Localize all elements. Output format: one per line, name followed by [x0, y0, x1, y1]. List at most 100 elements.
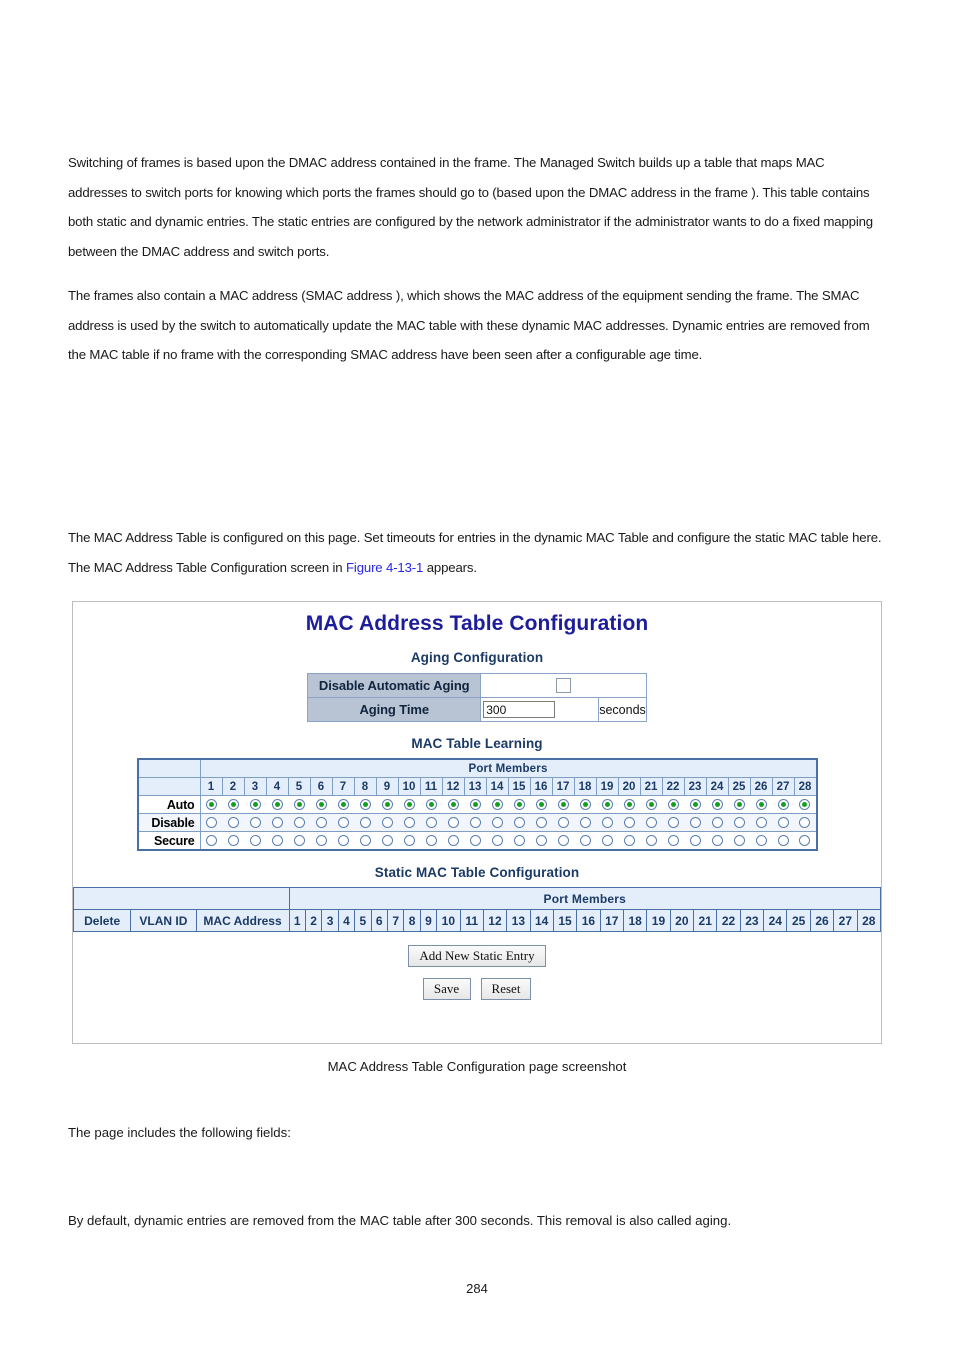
radio-disable-port-12[interactable]: [447, 816, 459, 828]
radio-disable-port-22[interactable]: [667, 816, 679, 828]
radio-secure-port-18[interactable]: [579, 834, 591, 846]
aging-time-input[interactable]: 300: [483, 701, 556, 718]
radio-disable-port-1[interactable]: [205, 816, 217, 828]
learning-cell-disable-port-16[interactable]: [530, 813, 552, 832]
add-new-static-entry-button[interactable]: Add New Static Entry: [408, 945, 546, 967]
radio-disable-port-13[interactable]: [469, 816, 481, 828]
learning-cell-auto-port-13[interactable]: [464, 795, 486, 814]
radio-disable-port-16[interactable]: [535, 816, 547, 828]
learning-cell-secure-port-6[interactable]: [310, 831, 332, 851]
learning-cell-auto-port-6[interactable]: [310, 795, 332, 814]
radio-auto-port-23[interactable]: [689, 798, 701, 810]
learning-cell-auto-port-8[interactable]: [354, 795, 376, 814]
learning-cell-auto-port-24[interactable]: [706, 795, 728, 814]
radio-auto-port-20[interactable]: [623, 798, 635, 810]
learning-cell-auto-port-3[interactable]: [244, 795, 266, 814]
radio-disable-port-28[interactable]: [799, 816, 811, 828]
radio-auto-port-25[interactable]: [733, 798, 745, 810]
radio-disable-port-6[interactable]: [315, 816, 327, 828]
learning-cell-disable-port-28[interactable]: [794, 813, 817, 832]
learning-cell-auto-port-17[interactable]: [552, 795, 574, 814]
learning-cell-auto-port-7[interactable]: [332, 795, 354, 814]
radio-secure-port-25[interactable]: [733, 834, 745, 846]
learning-cell-auto-port-23[interactable]: [684, 795, 706, 814]
learning-cell-secure-port-15[interactable]: [508, 831, 530, 851]
learning-cell-secure-port-5[interactable]: [288, 831, 310, 851]
learning-cell-auto-port-28[interactable]: [794, 795, 817, 814]
learning-cell-disable-port-2[interactable]: [222, 813, 244, 832]
radio-secure-port-24[interactable]: [711, 834, 723, 846]
radio-auto-port-22[interactable]: [667, 798, 679, 810]
radio-disable-port-15[interactable]: [513, 816, 525, 828]
radio-disable-port-5[interactable]: [293, 816, 305, 828]
radio-secure-port-10[interactable]: [403, 834, 415, 846]
radio-disable-port-14[interactable]: [491, 816, 503, 828]
radio-disable-port-7[interactable]: [337, 816, 349, 828]
radio-auto-port-24[interactable]: [711, 798, 723, 810]
learning-cell-disable-port-8[interactable]: [354, 813, 376, 832]
learning-cell-secure-port-4[interactable]: [266, 831, 288, 851]
radio-disable-port-10[interactable]: [403, 816, 415, 828]
learning-cell-disable-port-12[interactable]: [442, 813, 464, 832]
learning-cell-auto-port-14[interactable]: [486, 795, 508, 814]
learning-cell-secure-port-27[interactable]: [772, 831, 794, 851]
learning-cell-secure-port-21[interactable]: [640, 831, 662, 851]
radio-secure-port-23[interactable]: [689, 834, 701, 846]
radio-secure-port-1[interactable]: [205, 834, 217, 846]
radio-auto-port-9[interactable]: [381, 798, 393, 810]
radio-secure-port-12[interactable]: [447, 834, 459, 846]
learning-cell-disable-port-1[interactable]: [200, 813, 222, 832]
learning-cell-secure-port-18[interactable]: [574, 831, 596, 851]
learning-cell-secure-port-17[interactable]: [552, 831, 574, 851]
radio-disable-port-4[interactable]: [271, 816, 283, 828]
radio-auto-port-19[interactable]: [601, 798, 613, 810]
learning-cell-secure-port-2[interactable]: [222, 831, 244, 851]
learning-cell-auto-port-10[interactable]: [398, 795, 420, 814]
learning-cell-auto-port-15[interactable]: [508, 795, 530, 814]
radio-secure-port-16[interactable]: [535, 834, 547, 846]
radio-disable-port-11[interactable]: [425, 816, 437, 828]
radio-secure-port-9[interactable]: [381, 834, 393, 846]
figure-reference-link[interactable]: Figure 4-13-1: [346, 560, 423, 575]
learning-cell-disable-port-11[interactable]: [420, 813, 442, 832]
radio-auto-port-8[interactable]: [359, 798, 371, 810]
learning-cell-secure-port-12[interactable]: [442, 831, 464, 851]
learning-cell-secure-port-28[interactable]: [794, 831, 817, 851]
radio-secure-port-6[interactable]: [315, 834, 327, 846]
radio-secure-port-13[interactable]: [469, 834, 481, 846]
learning-cell-disable-port-24[interactable]: [706, 813, 728, 832]
learning-cell-auto-port-22[interactable]: [662, 795, 684, 814]
learning-cell-disable-port-17[interactable]: [552, 813, 574, 832]
radio-secure-port-5[interactable]: [293, 834, 305, 846]
learning-cell-secure-port-25[interactable]: [728, 831, 750, 851]
radio-auto-port-6[interactable]: [315, 798, 327, 810]
radio-auto-port-11[interactable]: [425, 798, 437, 810]
learning-cell-auto-port-26[interactable]: [750, 795, 772, 814]
learning-cell-secure-port-22[interactable]: [662, 831, 684, 851]
radio-secure-port-26[interactable]: [755, 834, 767, 846]
learning-cell-secure-port-13[interactable]: [464, 831, 486, 851]
learning-cell-auto-port-9[interactable]: [376, 795, 398, 814]
radio-auto-port-17[interactable]: [557, 798, 569, 810]
save-button[interactable]: Save: [422, 978, 471, 1000]
learning-cell-auto-port-27[interactable]: [772, 795, 794, 814]
learning-cell-disable-port-5[interactable]: [288, 813, 310, 832]
learning-cell-disable-port-22[interactable]: [662, 813, 684, 832]
radio-auto-port-12[interactable]: [447, 798, 459, 810]
learning-cell-secure-port-7[interactable]: [332, 831, 354, 851]
learning-cell-disable-port-10[interactable]: [398, 813, 420, 832]
learning-cell-auto-port-16[interactable]: [530, 795, 552, 814]
learning-cell-auto-port-5[interactable]: [288, 795, 310, 814]
radio-disable-port-17[interactable]: [557, 816, 569, 828]
learning-cell-disable-port-23[interactable]: [684, 813, 706, 832]
radio-secure-port-20[interactable]: [623, 834, 635, 846]
learning-cell-secure-port-1[interactable]: [200, 831, 222, 851]
radio-secure-port-4[interactable]: [271, 834, 283, 846]
learning-cell-disable-port-13[interactable]: [464, 813, 486, 832]
radio-secure-port-14[interactable]: [491, 834, 503, 846]
learning-cell-disable-port-6[interactable]: [310, 813, 332, 832]
radio-secure-port-17[interactable]: [557, 834, 569, 846]
radio-secure-port-22[interactable]: [667, 834, 679, 846]
learning-cell-disable-port-4[interactable]: [266, 813, 288, 832]
radio-auto-port-18[interactable]: [579, 798, 591, 810]
